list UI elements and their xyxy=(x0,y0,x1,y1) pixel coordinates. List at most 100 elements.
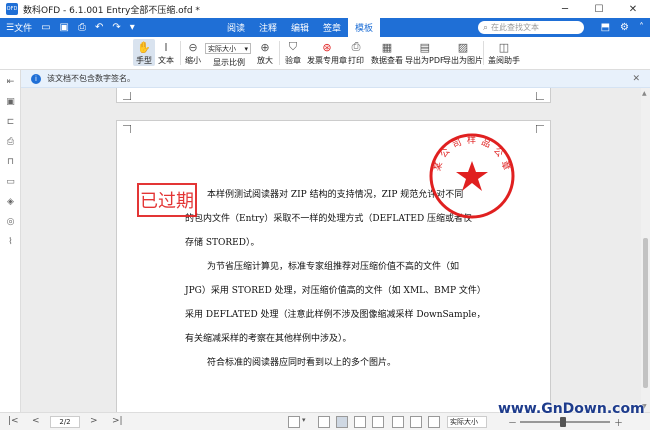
thumbnail-icon[interactable]: ▣ xyxy=(5,96,16,107)
body-paragraph: 本样例测试阅读器对 ZIP 结构的支持情况，ZIP 规范允许对不同 xyxy=(207,190,464,200)
display-ratio-label: 显示比例 xyxy=(213,58,245,67)
close-notice-icon[interactable]: ✕ xyxy=(632,74,640,84)
actual-size-icon[interactable] xyxy=(428,416,440,428)
open-icon[interactable]: ▭ xyxy=(41,22,50,33)
print-icon[interactable]: ⎙ xyxy=(78,22,86,33)
file-menu[interactable]: ☰ 文件 xyxy=(6,21,33,35)
info-icon: i xyxy=(31,73,41,84)
collapse-panel-icon[interactable]: ⇤ xyxy=(5,76,16,87)
file-menu-label: 文件 xyxy=(14,24,33,34)
continuous-view-icon[interactable] xyxy=(336,416,348,428)
crop-mark-icon xyxy=(123,125,131,133)
body-paragraph: 存储 STORED）。 xyxy=(185,238,260,248)
zoom-out-small-button[interactable]: － xyxy=(508,416,517,429)
zoom-in-button[interactable]: ⊕ 放大 xyxy=(257,39,273,66)
view-mode-icon[interactable] xyxy=(288,416,300,428)
outline-icon[interactable]: ⊏ xyxy=(5,116,16,127)
body-paragraph: JPG）采用 STORED 处理，对压缩价值高的文件（如 XML、BMP 文件） xyxy=(185,286,486,296)
zoom-out-label: 缩小 xyxy=(185,56,201,65)
scroll-up-icon[interactable]: ▲ xyxy=(642,90,647,97)
body-paragraph: 符合标准的阅读器应同时看到以上的多个图片。 xyxy=(207,358,397,368)
maximize-button[interactable]: ☐ xyxy=(582,0,616,18)
crop-mark-icon xyxy=(536,125,544,133)
printer-icon: ⎙ xyxy=(351,40,361,53)
settings-icon[interactable]: ⚙ xyxy=(620,22,629,33)
export-pdf-label: 导出为PDF xyxy=(405,56,445,65)
last-page-button[interactable]: >| xyxy=(112,416,123,426)
scrollbar-thumb[interactable] xyxy=(643,238,648,388)
first-page-button[interactable]: |< xyxy=(8,416,19,426)
two-page-view-icon[interactable] xyxy=(354,416,366,428)
search-icon: ⌕ xyxy=(483,22,489,33)
assistant-icon: ◫ xyxy=(498,40,510,54)
export-pdf-button[interactable]: ▤ 导出为PDF xyxy=(405,39,445,66)
tab-template[interactable]: 模板 xyxy=(348,18,380,37)
dropdown-icon[interactable]: ▾ xyxy=(130,22,135,33)
zoom-out-button[interactable]: ⊖ 缩小 xyxy=(185,39,201,66)
expired-stamp[interactable]: 已过期 xyxy=(137,183,197,217)
annotation-list-icon[interactable]: ⎙ xyxy=(5,136,16,147)
body-paragraph: 有关缩减采样的考察在其他样例中涉及）。 xyxy=(185,334,352,344)
close-button[interactable]: ✕ xyxy=(616,0,650,18)
image-icon: ▨ xyxy=(457,40,469,54)
company-seal[interactable]: 某 公 司 样 品 公 章 xyxy=(427,131,517,221)
signature-icon[interactable]: ◎ xyxy=(5,216,16,227)
next-page-button[interactable]: > xyxy=(90,416,98,426)
fit-width-icon[interactable] xyxy=(410,416,422,428)
fit-page-icon[interactable] xyxy=(392,416,404,428)
ribbon-divider xyxy=(180,41,181,65)
comment-icon[interactable]: ▭ xyxy=(5,176,16,187)
collapse-icon[interactable]: ˄ xyxy=(639,22,644,33)
site-watermark: www.GnDown.com xyxy=(498,401,645,417)
save-icon[interactable]: ▣ xyxy=(60,22,69,33)
search-box[interactable]: ⌕ 在此查找文本 xyxy=(478,21,584,34)
tab-read[interactable]: 阅读 xyxy=(220,18,252,37)
page-number-input[interactable]: 2/2 xyxy=(50,416,80,428)
hand-tool-label: 手型 xyxy=(136,56,152,65)
vertical-scrollbar[interactable]: ▲ ▼ xyxy=(641,88,650,412)
chevron-down-icon[interactable]: ▾ xyxy=(302,416,306,424)
search-placeholder: 在此查找文本 xyxy=(491,23,540,32)
prev-page-button[interactable]: < xyxy=(32,416,40,426)
menu-bar: ☰ 文件 ▭ ▣ ⎙ ↶ ↷ ▾ 阅读 注释 编辑 签章 模板 ⌕ 在此查找文本… xyxy=(0,18,650,37)
tab-annotate[interactable]: 注释 xyxy=(252,18,284,37)
undo-icon[interactable]: ↶ xyxy=(95,22,103,33)
zoom-select[interactable]: 实际大小 ▾ xyxy=(205,43,251,54)
text-tool-button[interactable]: Ⅰ 文本 xyxy=(158,39,174,66)
verify-seal-button[interactable]: ⛉ 验章 xyxy=(285,39,301,66)
zoom-in-small-button[interactable]: ＋ xyxy=(614,416,623,429)
bookmark-icon[interactable]: ⊓ xyxy=(5,156,16,167)
stamp-icon: ⊛ xyxy=(322,40,332,54)
layers-icon[interactable]: ◈ xyxy=(5,196,16,207)
export-image-button[interactable]: ▨ 导出为图片 xyxy=(443,39,483,66)
window-title: 数科OFD - 6.1.001 Entry全部不压缩.ofd * xyxy=(23,5,200,16)
single-page-view-icon[interactable] xyxy=(318,416,330,428)
print-button[interactable]: ⎙ 打印 xyxy=(348,39,364,66)
tab-edit[interactable]: 编辑 xyxy=(284,18,316,37)
signature-notice-bar: i 该文档不包含数字签名。 ✕ xyxy=(21,70,650,88)
notice-text: 该文档不包含数字签名。 xyxy=(47,74,135,83)
attachment-icon[interactable]: ⌇ xyxy=(5,236,16,247)
text-cursor-icon: Ⅰ xyxy=(164,40,168,54)
hand-tool-button[interactable]: ✋ 手型 xyxy=(133,39,155,66)
ribbon-divider xyxy=(279,41,280,65)
zoom-slider-thumb[interactable] xyxy=(560,417,566,427)
data-view-button[interactable]: ▦ 数据查看 xyxy=(371,39,403,66)
minimize-button[interactable]: ─ xyxy=(548,0,582,18)
table-icon: ▦ xyxy=(381,40,393,54)
document-viewport[interactable]: 本样例测试阅读器对 ZIP 结构的支持情况，ZIP 规范允许对不同 的包内文件（… xyxy=(21,88,641,412)
print-label: 打印 xyxy=(348,56,364,65)
redo-icon[interactable]: ↷ xyxy=(112,22,120,33)
two-page-continuous-icon[interactable] xyxy=(372,416,384,428)
zoom-in-icon: ⊕ xyxy=(260,40,270,54)
zoom-level-select[interactable]: 实际大小 xyxy=(447,416,487,428)
crop-mark-icon xyxy=(536,92,544,100)
skin-icon[interactable]: ⬒ xyxy=(601,22,610,33)
crop-mark-icon xyxy=(123,92,131,100)
verify-seal-label: 验章 xyxy=(285,56,301,65)
seal-assistant-button[interactable]: ◫ 盖阅助手 xyxy=(488,39,520,66)
ribbon-divider xyxy=(483,41,484,65)
invoice-stamp-button[interactable]: ⊛ 发票专用章 xyxy=(307,39,347,66)
body-paragraph: 为节省压缩计算见，标准专家组推荐对压缩价值不高的文件（如 xyxy=(207,262,460,272)
tab-sign[interactable]: 签章 xyxy=(316,18,348,37)
